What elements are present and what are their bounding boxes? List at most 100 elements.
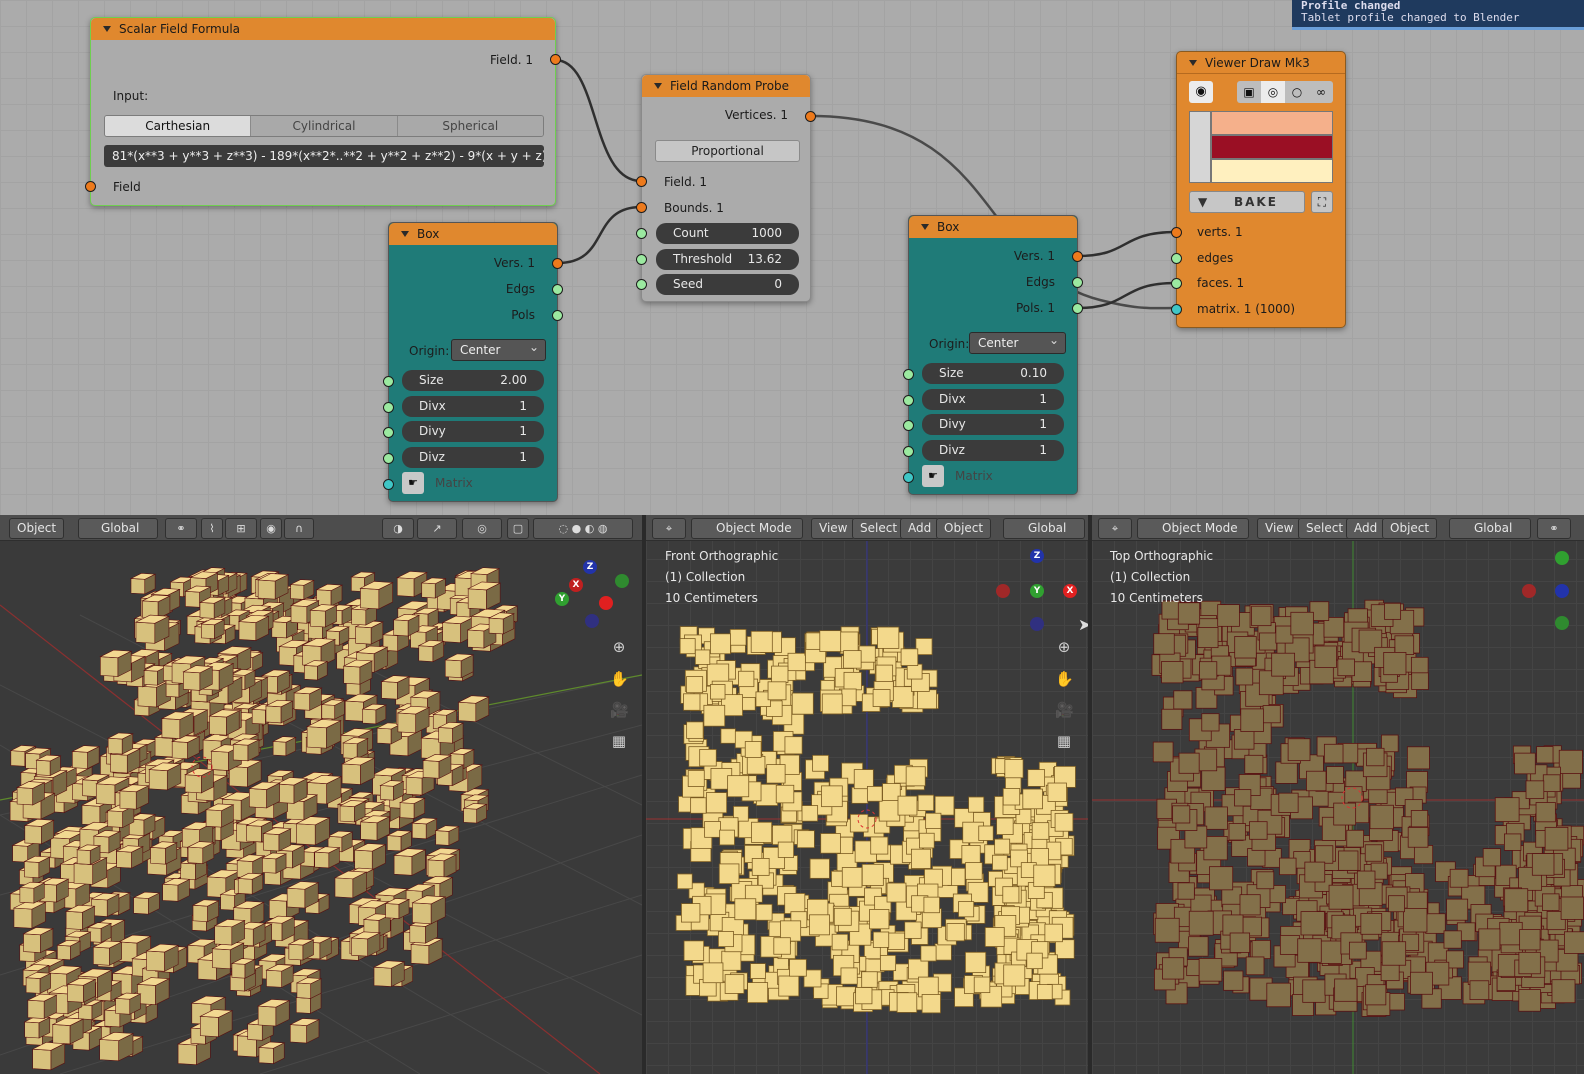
input-field-socket[interactable] [85, 181, 96, 192]
overlay-icon[interactable]: ◎ [462, 518, 502, 539]
menu-select[interactable]: Select [1298, 518, 1352, 539]
formula-input[interactable]: 81*(x**3 + y**3 + z**3) - 189*(x**2*..**… [104, 145, 544, 167]
proportional-icon[interactable]: ◉ [260, 518, 282, 539]
divx-field[interactable]: Divx 1 [922, 389, 1064, 410]
divz-field[interactable]: Divz 1 [922, 440, 1064, 461]
size-socket[interactable] [903, 369, 914, 380]
seed-socket[interactable] [636, 279, 647, 290]
viewport-top-orthographic[interactable]: ⌖ Object Mode View Select Add Object Glo… [1092, 515, 1584, 1074]
output-vertices-socket[interactable] [805, 111, 816, 122]
hand-icon[interactable]: ✋ [1055, 670, 1074, 688]
mode-cylindrical[interactable]: Cylindrical [250, 116, 397, 136]
orientation-dropdown[interactable]: Global [78, 518, 158, 539]
orientation-dropdown[interactable]: Global [1003, 518, 1085, 539]
neg-y-handle[interactable] [1555, 616, 1569, 630]
neg-z-handle[interactable] [585, 614, 599, 628]
input-edges-socket[interactable] [1171, 253, 1182, 264]
neg-x-handle[interactable] [599, 596, 613, 610]
seed-field[interactable]: Seed 0 [656, 274, 799, 295]
viewport-front-orthographic[interactable]: ⌖ Object Mode View Select Add Object Glo… [646, 515, 1088, 1074]
output-vers-socket[interactable] [552, 258, 563, 269]
node-header[interactable]: Box [389, 223, 557, 245]
count-socket[interactable] [636, 228, 647, 239]
node-header[interactable]: Scalar Field Formula [91, 18, 555, 40]
gizmo-icon[interactable]: ↗ [417, 518, 457, 539]
output-vers-socket[interactable] [1072, 251, 1083, 262]
vertex-color-swatch[interactable] [1211, 111, 1333, 135]
navigation-gizmo[interactable]: Z Y X [996, 549, 1081, 631]
origin-select[interactable]: Center [451, 337, 546, 361]
menu-add[interactable]: Add [1346, 518, 1386, 539]
input-verts-socket[interactable] [1171, 227, 1182, 238]
face-color-swatch[interactable] [1211, 159, 1333, 183]
node-editor[interactable]: Scalar Field Formula Field. 1 Input: Car… [0, 0, 1584, 515]
hand-icon[interactable]: ✋ [610, 670, 629, 688]
editor-type-icon[interactable]: ⌖ [1098, 518, 1132, 539]
scalar-field-formula-node[interactable]: Scalar Field Formula Field. 1 Input: Car… [85, 17, 561, 206]
neg-z-handle[interactable] [1030, 617, 1044, 631]
divx-socket[interactable] [383, 402, 394, 413]
mode-dropdown[interactable]: Object Mode [1137, 518, 1249, 539]
z-axis-handle[interactable]: Z [1030, 549, 1044, 563]
input-faces-socket[interactable] [1171, 278, 1182, 289]
cube-icon[interactable]: ▣ [1237, 81, 1261, 103]
menu-add[interactable]: Add [900, 518, 940, 539]
editor-type-icon[interactable]: ⌖ [652, 518, 686, 539]
y-axis-handle[interactable] [1555, 551, 1569, 565]
z-axis-handle[interactable] [1555, 584, 1569, 598]
origin-select[interactable]: Center [969, 330, 1066, 354]
box-node-2[interactable]: Box Vers. 1 Edgs Pols. 1 Origin: Center … [903, 215, 1083, 495]
menu-view[interactable]: View [811, 518, 856, 539]
input-bounds-socket[interactable] [636, 202, 647, 213]
count-field[interactable]: Count 1000 [656, 223, 799, 244]
xray-icon[interactable]: ▢ [507, 518, 529, 539]
mode-carthesian[interactable]: Carthesian [105, 116, 251, 136]
shading-icon[interactable]: ◎ [1261, 81, 1285, 103]
divy-socket[interactable] [903, 420, 914, 431]
menu-object[interactable]: Object [1382, 518, 1438, 539]
threshold-field[interactable]: Threshold 13.62 [656, 249, 799, 270]
eye-icon[interactable]: ◉ [1189, 81, 1213, 103]
node-header[interactable]: Box [909, 216, 1077, 238]
proportional-button[interactable]: Proportional [655, 140, 800, 162]
display-mode-buttons[interactable]: ▣ ◎ ○ ∞ [1237, 81, 1333, 103]
zoom-icon[interactable]: ⊕ [1055, 638, 1073, 656]
y-axis-handle[interactable]: Y [1030, 584, 1044, 598]
divy-socket[interactable] [383, 427, 394, 438]
size-field[interactable]: Size 2.00 [402, 370, 544, 391]
x-axis-handle[interactable]: X [1063, 584, 1077, 598]
matrix-socket[interactable] [903, 472, 914, 483]
pivot-icon[interactable]: ⚭ [1537, 518, 1571, 539]
divy-field[interactable]: Divy 1 [922, 414, 1064, 435]
grid-icon[interactable]: ▦ [610, 732, 628, 750]
node-header[interactable]: Viewer Draw Mk3 [1177, 52, 1345, 74]
viewer-draw-mk3-node[interactable]: Viewer Draw Mk3 ◉ ▣ ◎ ○ ∞ ▼ BAKE ⛶ verts… [1171, 51, 1346, 328]
output-field-socket[interactable] [550, 54, 561, 65]
matrix-toggle-icon[interactable]: ☛ [402, 472, 424, 494]
menu-object[interactable]: Object [936, 518, 992, 539]
camera-icon[interactable]: 🎥 [610, 701, 629, 719]
neg-x-handle[interactable] [1522, 584, 1536, 598]
size-field[interactable]: Size 0.10 [922, 363, 1064, 384]
input-field-socket[interactable] [636, 176, 647, 187]
input-matrix-socket[interactable] [1171, 304, 1182, 315]
divz-field[interactable]: Divz 1 [402, 447, 544, 468]
falloff-icon[interactable]: ∩ [284, 518, 314, 539]
divz-socket[interactable] [383, 453, 394, 464]
z-axis-handle[interactable]: Z [583, 560, 597, 574]
orientation-dropdown[interactable]: Global [1449, 518, 1531, 539]
divx-socket[interactable] [903, 395, 914, 406]
shading-icons[interactable]: ◌ ● ◐ ◍ [533, 518, 633, 539]
view-object-icon[interactable]: ◑ [382, 518, 414, 539]
bake-options-icon[interactable]: ⛶ [1311, 191, 1333, 213]
neg-x-handle[interactable] [996, 584, 1010, 598]
neg-y-handle[interactable] [615, 574, 629, 588]
mode-spherical[interactable]: Spherical [396, 116, 543, 136]
snap-target-icon[interactable]: ⊞ [225, 518, 257, 539]
box-node-1[interactable]: Box Vers. 1 Edgs Pols Origin: Center Siz… [383, 222, 563, 502]
random-icon[interactable]: ∞ [1309, 81, 1333, 103]
sphere-icon[interactable]: ○ [1285, 81, 1309, 103]
output-edgs-socket[interactable] [552, 284, 563, 295]
output-pols-socket[interactable] [552, 310, 563, 321]
size-socket[interactable] [383, 376, 394, 387]
